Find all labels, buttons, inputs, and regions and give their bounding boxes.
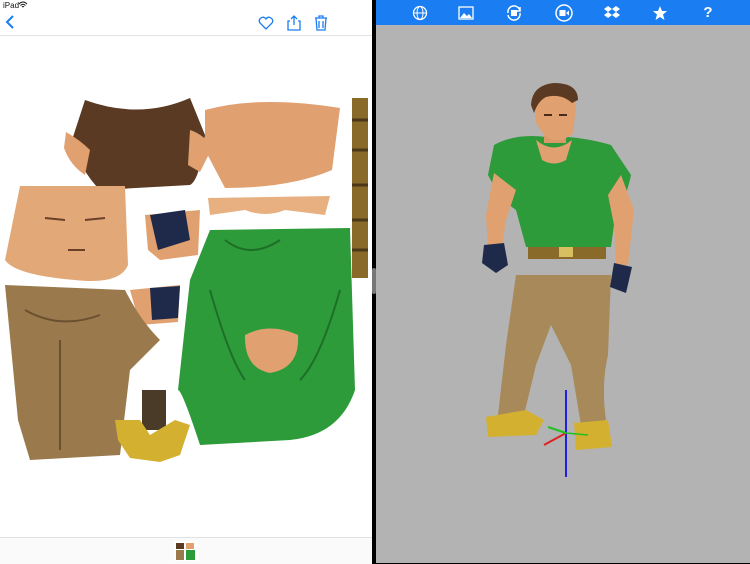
- background-image-button[interactable]: [456, 3, 476, 22]
- favorites-button[interactable]: [650, 3, 670, 22]
- record-video-button[interactable]: [554, 3, 574, 22]
- model-viewer-pane: ?: [376, 0, 750, 563]
- character-3d-model[interactable]: [482, 83, 634, 450]
- delete-button[interactable]: [313, 15, 329, 31]
- nav-divider: [0, 35, 372, 36]
- viewer-toolbar: ?: [376, 0, 750, 25]
- trash-icon: [315, 15, 327, 31]
- thumbnail-strip: [0, 537, 372, 564]
- rotate-icon: [507, 4, 521, 21]
- texture-thumbnail[interactable]: [174, 541, 198, 561]
- star-icon: [653, 5, 667, 20]
- 3d-viewport[interactable]: [376, 25, 750, 563]
- chevron-left-icon: [5, 15, 14, 29]
- dropbox-icon: [604, 5, 620, 18]
- left-nav-bar: [0, 12, 372, 34]
- carrier-label: iPad: [3, 1, 20, 10]
- heart-icon: [258, 16, 274, 30]
- help-button[interactable]: ?: [698, 3, 718, 22]
- globe-icon: [412, 5, 428, 20]
- environment-button[interactable]: [410, 3, 430, 22]
- status-bar: iPad: [0, 0, 372, 12]
- texture-atlas: [5, 98, 368, 462]
- share-icon: [287, 15, 301, 31]
- favorite-button[interactable]: [258, 15, 274, 31]
- rotate-button[interactable]: [504, 3, 524, 22]
- photo-viewer-pane: iPad: [0, 0, 372, 564]
- video-record-icon: [555, 3, 573, 22]
- image-icon: [458, 5, 474, 20]
- wifi-icon: [18, 1, 28, 8]
- back-button[interactable]: [5, 14, 21, 32]
- share-button[interactable]: [286, 15, 302, 31]
- dropbox-button[interactable]: [602, 3, 622, 22]
- help-icon: ?: [703, 4, 713, 21]
